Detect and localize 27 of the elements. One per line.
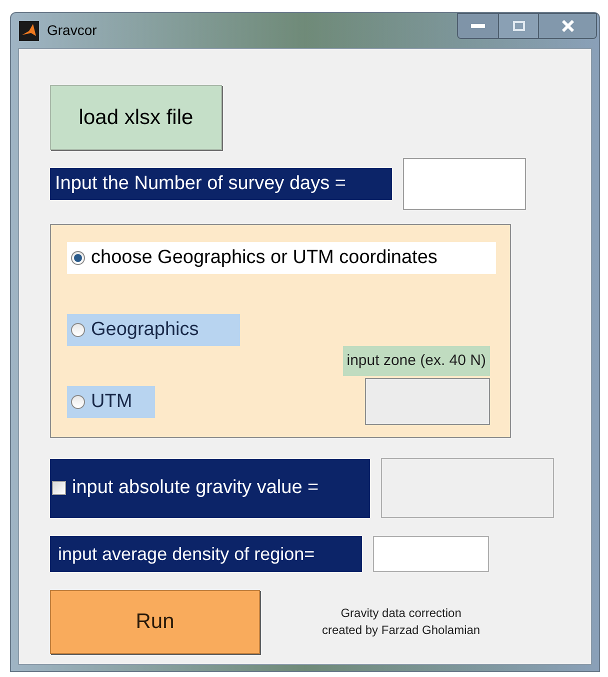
radio-option[interactable]: choose Geographics or UTM coordinates [67,242,496,274]
zone-label: input zone (ex. 40 N) [342,346,490,376]
credit-text: Gravity data correction [340,605,462,622]
radio-option[interactable]: UTM [67,386,155,418]
run-button[interactable]: Run [50,590,260,654]
absolute-gravity-checkbox[interactable]: input absolute gravity value = [50,458,370,518]
maximize-button[interactable] [498,14,538,38]
window-title: Gravcor [47,21,97,40]
density-label: input average density of region= [50,536,362,572]
minimize-icon [471,24,485,28]
radio-option[interactable]: Geographics [67,314,240,346]
minimize-button[interactable] [458,14,498,38]
radio-button[interactable] [71,251,85,265]
app-logo-icon [19,20,39,40]
density-field[interactable] [373,536,489,572]
survey-days-label: Input the Number of survey days = [50,168,392,200]
load-file-button[interactable]: load xlsx file [50,85,222,150]
maximize-icon [512,21,524,31]
survey-days-field[interactable] [403,158,526,210]
zone-field[interactable] [365,378,490,425]
credit-text: created by Farzad Gholamian [322,622,480,639]
close-icon [562,20,574,32]
absolute-gravity-field[interactable] [381,458,554,518]
close-button[interactable] [538,14,596,38]
radio-button[interactable] [71,323,85,337]
radio-button[interactable] [71,395,85,409]
checkbox[interactable] [52,481,66,495]
